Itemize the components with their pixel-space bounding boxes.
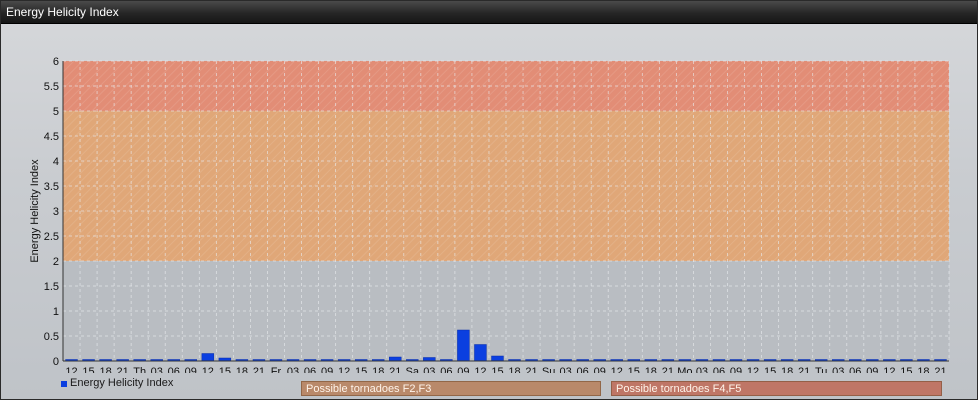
y-tick-label: 2.5 [44, 231, 59, 243]
x-tick-label: 06 [304, 366, 316, 373]
x-tick-label: 21 [934, 366, 946, 373]
x-tick-label: 15 [900, 366, 912, 373]
x-tick-label: 03 [832, 366, 844, 373]
bar [474, 344, 487, 362]
x-tick-label: 18 [917, 366, 929, 373]
y-tick-label: 0 [53, 356, 59, 368]
y-tick-label: 3 [53, 206, 59, 218]
x-tick-label: 18 [236, 366, 248, 373]
x-tick-label: 03 [560, 366, 572, 373]
x-tick-label: 15 [355, 366, 367, 373]
x-tick-label: Su [542, 366, 555, 373]
y-tick-label: 4 [53, 156, 59, 168]
x-tick-label: Fr [271, 366, 282, 373]
x-tick-label: 21 [798, 366, 810, 373]
x-tick-label: 21 [253, 366, 265, 373]
x-tick-label: 03 [423, 366, 435, 373]
x-tick-label: 18 [99, 366, 111, 373]
x-tick-label: 09 [457, 366, 469, 373]
x-tick-label: 12 [883, 366, 895, 373]
x-tick-label: 06 [168, 366, 180, 373]
x-tick-label: 21 [662, 366, 674, 373]
x-tick-label: 15 [491, 366, 503, 373]
bar [423, 357, 436, 362]
x-tick-label: 12 [202, 366, 214, 373]
x-tick-label: 15 [628, 366, 640, 373]
x-tick-label: Mo [677, 366, 692, 373]
x-tick-label: 15 [219, 366, 231, 373]
bar [201, 353, 215, 362]
x-tick-labels: 12 15 18 21 Th 03 06 09 12 15 18 21 Fr 03 06 09 12 15 18 21… [65, 366, 946, 373]
bar [389, 356, 402, 362]
legend-swatch [61, 381, 67, 387]
y-tick-label: 0.5 [44, 331, 59, 343]
y-tick-label: 1.5 [44, 281, 59, 293]
x-tick-label: 09 [866, 366, 878, 373]
y-tick-label: 1 [53, 306, 59, 318]
x-tick-label: 18 [645, 366, 657, 373]
x-tick-label: 21 [117, 366, 129, 373]
x-tick-label: 09 [185, 366, 197, 373]
y-tick-label: 5 [53, 106, 59, 118]
x-tick-label: Tu [815, 366, 827, 373]
x-tick-label: 15 [82, 366, 94, 373]
x-tick-label: Th [133, 366, 146, 373]
y-axis-label: Energy Helicity Index [29, 159, 41, 263]
x-tick-label: 03 [151, 366, 163, 373]
x-tick-label: 12 [65, 366, 77, 373]
y-tick-label: 4.5 [44, 131, 59, 143]
y-tick-label: 6 [53, 56, 59, 68]
x-tick-label: 12 [474, 366, 486, 373]
x-tick-label: 12 [747, 366, 759, 373]
x-tick-label: 06 [440, 366, 452, 373]
x-tick-label: 09 [321, 366, 333, 373]
x-tick-label: 03 [696, 366, 708, 373]
x-tick-label: 15 [764, 366, 776, 373]
x-tick-label: 18 [781, 366, 793, 373]
window-title: Energy Helicity Index [6, 5, 119, 19]
chart-window: Energy Helicity Index 0 0.5 1 1.5 2 2.5 3 3.5 4 4… [0, 0, 978, 400]
title-bar: Energy Helicity Index [1, 1, 977, 24]
y-tick-labels: 0 0.5 1 1.5 2 2.5 3 3.5 4 4.5 5 5.5 6 [44, 56, 59, 368]
y-tick-label: 3.5 [44, 181, 59, 193]
y-tick-label: 5.5 [44, 81, 59, 93]
x-tick-label: 09 [730, 366, 742, 373]
x-tick-label: 06 [577, 366, 589, 373]
x-tick-label: 12 [611, 366, 623, 373]
legend-label: Energy Helicity Index [70, 377, 174, 389]
bar [457, 329, 470, 362]
x-tick-label: 12 [338, 366, 350, 373]
x-tick-label: 06 [849, 366, 861, 373]
x-tick-label: 18 [508, 366, 520, 373]
bar [491, 355, 504, 362]
y-tick-label: 2 [53, 256, 59, 268]
x-tick-label: 06 [713, 366, 725, 373]
x-tick-label: 21 [389, 366, 401, 373]
x-tick-label: 09 [594, 366, 606, 373]
band-label-f2-f3: Possible tornadoes F2,F3 [301, 381, 601, 396]
band-label-f4-f5: Possible tornadoes F4,F5 [611, 381, 942, 396]
x-tick-label: Sa [406, 366, 420, 373]
x-tick-label: 18 [372, 366, 384, 373]
x-tick-label: 03 [287, 366, 299, 373]
legend: Energy Helicity Index [61, 376, 173, 390]
x-tick-label: 21 [525, 366, 537, 373]
bar-chart: 0 0.5 1 1.5 2 2.5 3 3.5 4 4.5 5 5.5 6 12 15 18 21 Th 03 06… [29, 56, 950, 373]
